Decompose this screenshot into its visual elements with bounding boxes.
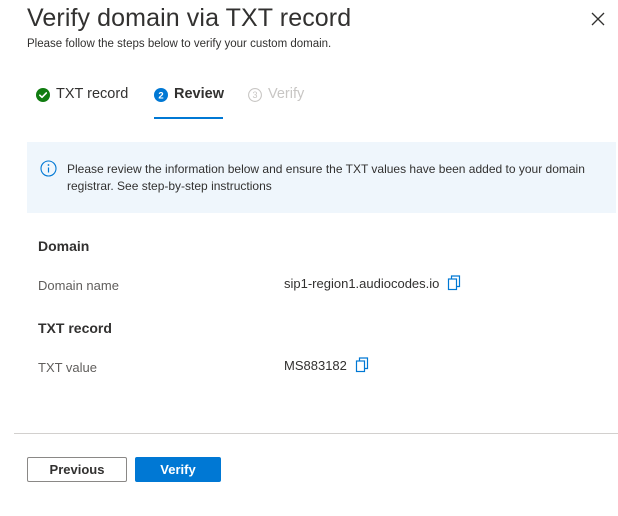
- svg-text:3: 3: [252, 90, 257, 100]
- txt-record-section-title: TXT record: [38, 320, 112, 336]
- step-label: TXT record: [56, 86, 129, 102]
- verify-domain-panel: Verify domain via TXT record Please foll…: [0, 0, 618, 516]
- numbered-circle-icon: 2: [154, 88, 168, 102]
- verify-button[interactable]: Verify: [135, 457, 221, 482]
- step-txt-record[interactable]: TXT record: [36, 86, 128, 120]
- copy-icon[interactable]: [447, 275, 461, 291]
- svg-text:2: 2: [158, 90, 163, 101]
- step-label: Verify: [268, 86, 305, 102]
- footer-divider: [14, 433, 618, 434]
- step-review[interactable]: 2 Review: [154, 86, 224, 120]
- info-text: Please review the information below and …: [67, 162, 585, 193]
- domain-name-label: Domain name: [38, 278, 119, 293]
- domain-section-title: Domain: [38, 238, 90, 254]
- info-icon: [40, 160, 57, 177]
- txt-value-row: MS883182: [284, 357, 369, 373]
- step-verify: 3 Verify: [248, 86, 304, 120]
- page-subtitle: Please follow the steps below to verify …: [27, 38, 332, 50]
- step-label: Review: [174, 86, 224, 102]
- numbered-circle-icon: 3: [248, 88, 262, 102]
- active-step-indicator: [154, 117, 223, 119]
- txt-value-label: TXT value: [38, 360, 98, 375]
- domain-name-value: sip1-region1.audiocodes.io: [284, 275, 440, 291]
- close-icon[interactable]: [588, 9, 608, 29]
- previous-button[interactable]: Previous: [27, 457, 127, 482]
- check-circle-icon: [36, 88, 50, 102]
- page-title: Verify domain via TXT record: [27, 4, 352, 32]
- txt-value: MS883182: [284, 357, 347, 373]
- domain-name-value-row: sip1-region1.audiocodes.io: [284, 275, 461, 291]
- copy-icon[interactable]: [355, 357, 369, 373]
- info-banner: Please review the information below and …: [27, 142, 616, 213]
